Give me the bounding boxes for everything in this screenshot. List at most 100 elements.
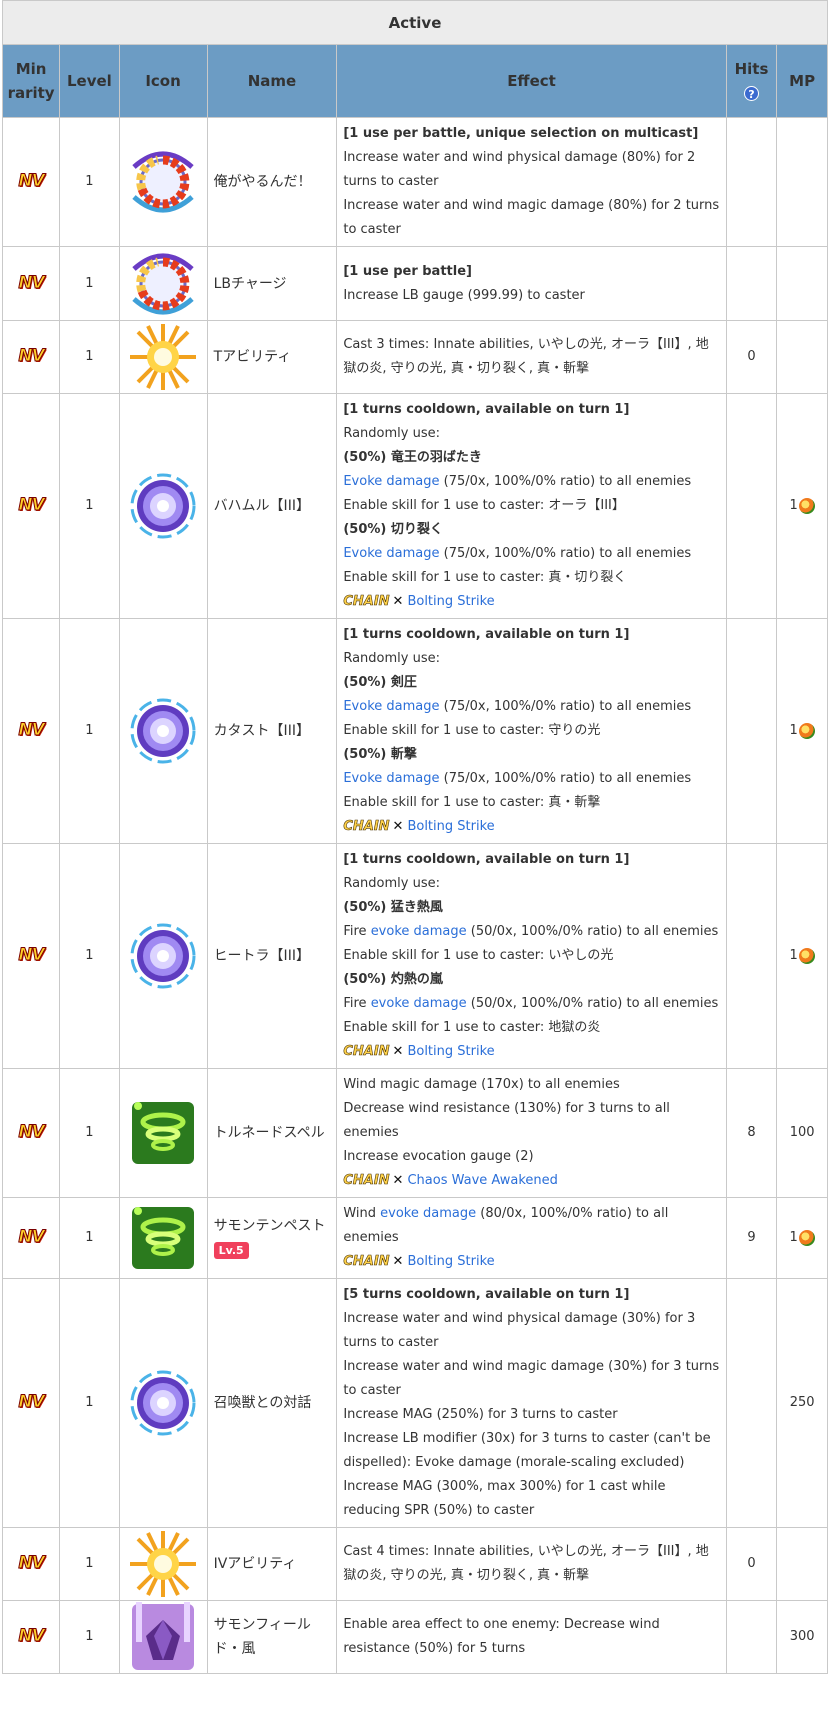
effect-bold-text: [1 turns cooldown, available on turn 1] <box>343 627 630 642</box>
skills-table: Active Min rarity Level Icon Name Effect… <box>1 0 828 1674</box>
chain-skill-link[interactable]: Chaos Wave Awakened <box>407 1173 557 1188</box>
effect-bold-text: (50%) 灼熱の嵐 <box>343 972 443 987</box>
effect-bold-text: [1 turns cooldown, available on turn 1] <box>343 852 630 867</box>
effect-cell: [1 turns cooldown, available on turn 1] R… <box>336 843 727 1069</box>
mp-value: 300 <box>789 1629 815 1644</box>
chain-icon: CHAIN <box>343 594 390 610</box>
table-caption: Active <box>2 0 828 45</box>
effect-cell: Cast 3 times: Innate abilities, いやしの光, オ… <box>336 320 727 394</box>
name-cell: Tアビリティ <box>206 320 338 394</box>
rarity-cell: NV <box>1 320 61 394</box>
table-row: NV 1 俺がやるんだ！ [1 use per battle, unique sele… <box>1 117 828 247</box>
effect-text: (75/0x, 100%/0% ratio) to all enemies <box>439 699 692 714</box>
evoke-damage-link[interactable]: evoke damage <box>371 996 467 1011</box>
hits-cell <box>725 618 778 844</box>
effect-line: CHAIN ✕ Bolting Strike <box>343 1250 719 1274</box>
effect-line: [5 turns cooldown, available on turn 1] <box>343 1283 719 1307</box>
lb-crystal-icon <box>798 497 815 514</box>
skill-name: サモンテンペスト <box>213 1218 326 1234</box>
effect-line: Cast 4 times: Innate abilities, いやしの光, オ… <box>343 1540 719 1588</box>
name-cell: サモンフィールド・風 <box>206 1600 338 1674</box>
nv-rarity-icon: NV <box>18 495 45 516</box>
help-icon[interactable]: ? <box>743 86 759 101</box>
table-row: NV 1 召喚獣との対話 [5 turns cooldown, available o… <box>1 1278 828 1528</box>
effect-line: [1 turns cooldown, available on turn 1] <box>343 398 719 422</box>
hits-cell <box>725 1600 778 1674</box>
skill-name: 召喚獣との対話 <box>213 1395 312 1411</box>
chain-skill-link[interactable]: Bolting Strike <box>407 1254 494 1269</box>
chain-icon: CHAIN <box>343 1044 390 1060</box>
rarity-cell: NV <box>1 843 61 1069</box>
effect-prefix: Fire <box>343 924 371 939</box>
table-row: NV 1 サモンフィールド・風 Enable area effect to one e… <box>1 1600 828 1674</box>
effect-line: CHAIN ✕ Bolting Strike <box>343 1040 719 1064</box>
mp-cell: 100 <box>776 1068 828 1198</box>
effect-prefix: Fire <box>343 996 371 1011</box>
effect-line: Enable skill for 1 use to caster: オーラ【II… <box>343 494 719 518</box>
hits-cell <box>725 393 778 619</box>
nv-rarity-icon: NV <box>18 1392 45 1413</box>
effect-line: Randomly use: <box>343 647 719 671</box>
effect-line: Increase water and wind physical damage … <box>343 1307 719 1355</box>
effect-line: Wind magic damage (170x) to all enemies <box>343 1073 719 1097</box>
effect-line: Randomly use: <box>343 422 719 446</box>
evoke-damage-link[interactable]: Evoke damage <box>343 699 439 714</box>
evoke-damage-link[interactable]: Evoke damage <box>343 771 439 786</box>
effect-line: Evoke damage (75/0x, 100%/0% ratio) to a… <box>343 470 719 494</box>
skill-name: サモンフィールド・風 <box>213 1617 311 1657</box>
effect-line: (50%) 切り裂く <box>343 518 719 542</box>
effect-text: Increase water and wind magic damage (80… <box>343 198 720 237</box>
mp-value: 1 <box>789 723 798 738</box>
mp-value: 1 <box>789 1230 798 1245</box>
burst-icon <box>128 1529 199 1599</box>
table-row: NV 1 ヒートラ【III】 [1 turns cooldown, available… <box>1 843 828 1069</box>
table-row: NV 1 トルネードスペル Wind magic damage (170x) to a… <box>1 1068 828 1198</box>
limit-gauge-icon <box>128 248 199 319</box>
effect-line: [1 use per battle] <box>343 260 719 284</box>
evoke-damage-link[interactable]: evoke damage <box>380 1206 476 1221</box>
evoke-damage-link[interactable]: Evoke damage <box>343 474 439 489</box>
effect-bold-text: [1 use per battle, unique selection on m… <box>343 126 699 141</box>
table-row: NV 1 LBチャージ [1 use per battle] Increase LB g… <box>1 246 828 321</box>
lb-crystal-icon <box>798 722 815 739</box>
vortex-icon <box>128 696 199 766</box>
effect-text: Randomly use: <box>343 426 440 441</box>
table-row: NV 1 サモンテンペスト Lv.5 Wind evoke damage (80/0x,… <box>1 1197 828 1279</box>
mp-cell <box>776 117 828 247</box>
effect-line: Randomly use: <box>343 872 719 896</box>
rarity-cell: NV <box>1 117 61 247</box>
effect-text: (50/0x, 100%/0% ratio) to all enemies <box>466 996 719 1011</box>
level-cell: 1 <box>59 246 120 321</box>
effect-text: Increase water and wind physical damage … <box>343 1311 696 1350</box>
effect-text: Enable skill for 1 use to caster: 真・斬撃 <box>343 795 601 810</box>
chain-skill-link[interactable]: Bolting Strike <box>407 594 494 609</box>
skill-name: ヒートラ【III】 <box>213 948 310 964</box>
nv-rarity-icon: NV <box>18 945 45 966</box>
name-cell: LBチャージ <box>206 246 338 321</box>
header-name: Name <box>206 44 338 118</box>
rarity-cell: NV <box>1 618 61 844</box>
nv-rarity-icon: NV <box>18 346 45 367</box>
name-cell: バハムル【III】 <box>206 393 338 619</box>
vortex-icon <box>128 1368 199 1438</box>
effect-text: Enable skill for 1 use to caster: 真・切り裂く <box>343 570 627 585</box>
rarity-cell: NV <box>1 1278 61 1528</box>
table-row: NV 1 バハムル【III】 [1 turns cooldown, available… <box>1 393 828 619</box>
hits-cell <box>725 117 778 247</box>
effect-line: Enable skill for 1 use to caster: いやしの光 <box>343 944 719 968</box>
effect-text: Increase LB gauge (999.99) to caster <box>343 287 585 303</box>
effect-text: Cast 3 times: Innate abilities, いやしの光, オ… <box>343 337 709 376</box>
limit-gauge-icon <box>128 147 199 217</box>
lb-crystal-icon <box>798 1229 815 1246</box>
effect-line: Decrease wind resistance (130%) for 3 tu… <box>343 1097 719 1145</box>
evoke-damage-link[interactable]: evoke damage <box>371 924 467 939</box>
level-cell: 1 <box>59 618 120 844</box>
chain-skill-link[interactable]: Bolting Strike <box>407 819 494 834</box>
effect-bold-text: [5 turns cooldown, available on turn 1] <box>343 1287 630 1302</box>
effect-line: Increase water and wind magic damage (30… <box>343 1355 719 1403</box>
effect-line: [1 turns cooldown, available on turn 1] <box>343 848 719 872</box>
header-hits: Hits? <box>725 44 778 118</box>
effect-line: Increase LB modifier (30x) for 3 turns t… <box>343 1427 719 1475</box>
evoke-damage-link[interactable]: Evoke damage <box>343 546 439 561</box>
chain-skill-link[interactable]: Bolting Strike <box>407 1044 494 1059</box>
